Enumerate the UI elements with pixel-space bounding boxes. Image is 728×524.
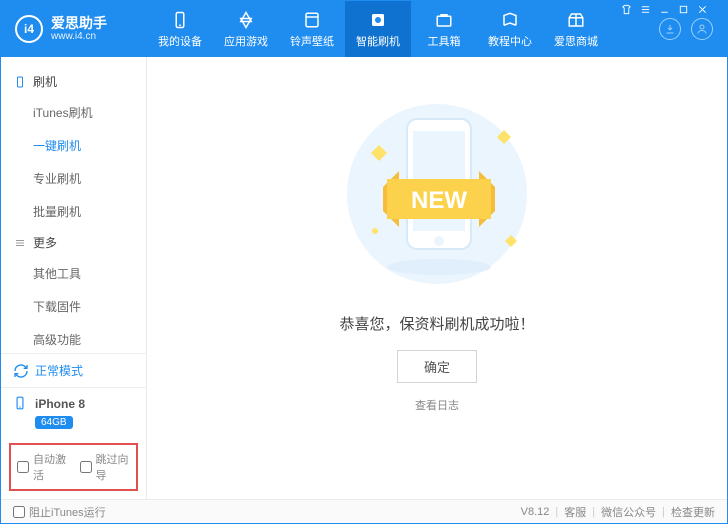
app-window: i4 爱思助手 www.i4.cn 我的设备 应用游戏 铃声壁纸 智能刷机 工具箱 教程中… <box>0 0 728 524</box>
nav-icon <box>500 10 520 30</box>
device-status[interactable]: 正常模式 <box>1 353 146 387</box>
sidebar-item[interactable]: 批量刷机 <box>33 195 146 228</box>
separator: | <box>555 506 558 518</box>
ok-button[interactable]: 确定 <box>397 350 477 383</box>
sidebar-group-header[interactable]: 刷机 <box>1 67 146 96</box>
auto-activate-label: 自动激活 <box>33 451 68 483</box>
title-bar: i4 爱思助手 www.i4.cn 我的设备 应用游戏 铃声壁纸 智能刷机 工具箱 教程中… <box>1 1 727 57</box>
nav-label: 应用游戏 <box>224 33 268 49</box>
body: 刷机 iTunes刷机一键刷机专业刷机批量刷机更多其他工具下载固件高级功能 正常模… <box>1 57 727 499</box>
check-update-link[interactable]: 检查更新 <box>671 504 715 520</box>
version-label: V8.12 <box>521 506 550 518</box>
sidebar-group-title: 刷机 <box>33 73 57 90</box>
sidebar-item[interactable]: 下载固件 <box>33 290 146 323</box>
header-actions <box>659 18 727 40</box>
separator: | <box>662 506 665 518</box>
device-storage-badge: 64GB <box>35 416 73 429</box>
block-itunes-checkbox[interactable]: 阻止iTunes运行 <box>1 504 106 520</box>
nav-icon <box>368 10 388 30</box>
refresh-icon <box>13 363 29 379</box>
view-log-link[interactable]: 查看日志 <box>415 397 459 413</box>
nav-label: 爱思商城 <box>554 33 598 49</box>
sidebar-item[interactable]: 高级功能 <box>33 323 146 353</box>
auto-activate-input[interactable] <box>17 461 29 473</box>
nav-label: 铃声壁纸 <box>290 33 334 49</box>
nav-icon <box>434 10 454 30</box>
brand-text: 爱思助手 www.i4.cn <box>51 16 107 42</box>
close-icon[interactable] <box>697 4 708 15</box>
phone-icon <box>13 396 29 412</box>
menu-icon[interactable] <box>640 4 651 15</box>
nav-label: 智能刷机 <box>356 33 400 49</box>
device-info[interactable]: iPhone 8 64GB <box>1 387 146 437</box>
download-icon[interactable] <box>659 18 681 40</box>
sidebar-item[interactable]: 专业刷机 <box>33 162 146 195</box>
nav-label: 我的设备 <box>158 33 202 49</box>
support-link[interactable]: 客服 <box>564 504 586 520</box>
separator: | <box>592 506 595 518</box>
sidebar-group-title: 更多 <box>33 234 57 251</box>
main-panel: NEW 恭喜您，保资料刷机成功啦！ 确定 查看日志 <box>147 57 727 499</box>
minimize-icon[interactable] <box>659 4 670 15</box>
nav-store[interactable]: 爱思商城 <box>543 1 609 57</box>
nav-icon <box>170 10 190 30</box>
nav-label: 教程中心 <box>488 33 532 49</box>
success-illustration: NEW <box>327 91 547 297</box>
skip-guide-label: 跳过向导 <box>96 451 131 483</box>
success-message: 恭喜您，保资料刷机成功啦！ <box>339 313 534 334</box>
sidebar-group-header[interactable]: 更多 <box>1 228 146 257</box>
nav-device[interactable]: 我的设备 <box>147 1 213 57</box>
nav-icon <box>566 10 586 30</box>
sidebar-item[interactable]: 一键刷机 <box>33 129 146 162</box>
sidebar-options: 自动激活 跳过向导 <box>9 443 138 491</box>
block-itunes-input[interactable] <box>13 506 25 518</box>
brand: i4 爱思助手 www.i4.cn <box>1 15 147 43</box>
nav-apps[interactable]: 应用游戏 <box>213 1 279 57</box>
skin-icon[interactable] <box>621 4 632 15</box>
user-icon[interactable] <box>691 18 713 40</box>
maximize-icon[interactable] <box>678 4 689 15</box>
device-name: iPhone 8 <box>35 397 85 411</box>
sidebar-item[interactable]: iTunes刷机 <box>33 96 146 129</box>
status-bar: 阻止iTunes运行 V8.12 | 客服 | 微信公众号 | 检查更新 <box>1 499 727 523</box>
nav-icon <box>236 10 256 30</box>
device-status-label: 正常模式 <box>35 362 83 379</box>
brand-name: 爱思助手 <box>51 16 107 31</box>
sidebar-nav: 刷机 iTunes刷机一键刷机专业刷机批量刷机更多其他工具下载固件高级功能 <box>1 57 146 353</box>
brand-logo-icon: i4 <box>15 15 43 43</box>
new-badge-text: NEW <box>411 187 467 214</box>
sidebar: 刷机 iTunes刷机一键刷机专业刷机批量刷机更多其他工具下载固件高级功能 正常模… <box>1 57 147 499</box>
nav-toolbox[interactable]: 工具箱 <box>411 1 477 57</box>
skip-guide-input[interactable] <box>80 461 92 473</box>
wechat-link[interactable]: 微信公众号 <box>601 504 656 520</box>
nav-ringtones[interactable]: 铃声壁纸 <box>279 1 345 57</box>
top-nav: 我的设备 应用游戏 铃声壁纸 智能刷机 工具箱 教程中心 爱思商城 <box>147 1 659 57</box>
window-controls <box>621 4 720 15</box>
phone-icon <box>13 76 27 88</box>
auto-activate-checkbox[interactable]: 自动激活 <box>17 451 68 483</box>
nav-tutorials[interactable]: 教程中心 <box>477 1 543 57</box>
nav-icon <box>302 10 322 30</box>
block-itunes-label: 阻止iTunes运行 <box>29 504 106 520</box>
sidebar-item[interactable]: 其他工具 <box>33 257 146 290</box>
nav-flash[interactable]: 智能刷机 <box>345 1 411 57</box>
menu-icon <box>13 237 27 249</box>
skip-guide-checkbox[interactable]: 跳过向导 <box>80 451 131 483</box>
brand-site: www.i4.cn <box>51 31 107 42</box>
nav-label: 工具箱 <box>428 33 461 49</box>
